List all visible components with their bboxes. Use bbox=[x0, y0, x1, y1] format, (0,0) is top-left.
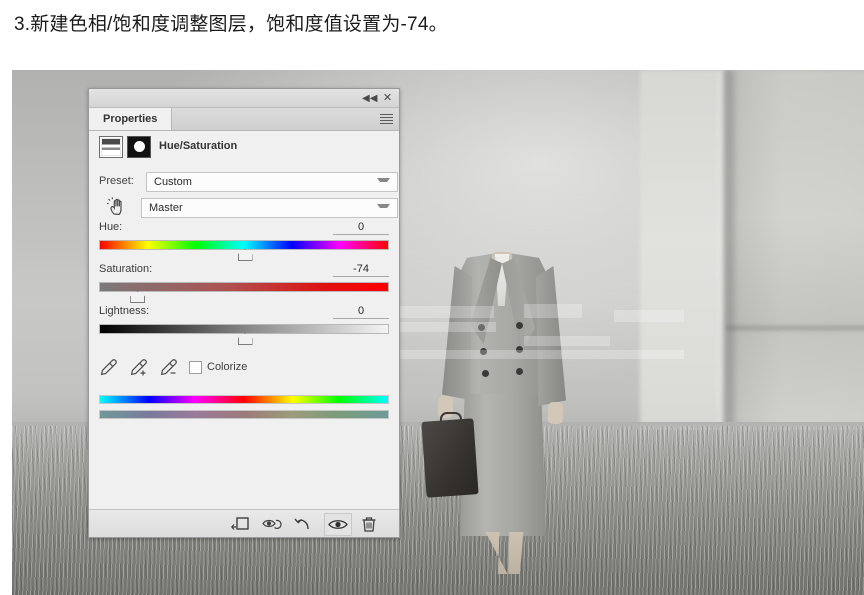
channel-row: Master bbox=[99, 197, 398, 221]
lightness-slider-group: Lightness: 0 bbox=[99, 305, 389, 347]
eyedropper-add-icon[interactable] bbox=[129, 357, 148, 377]
delete-layer-icon[interactable] bbox=[356, 513, 382, 534]
preset-value: Custom bbox=[154, 176, 192, 188]
preset-dropdown[interactable]: Custom bbox=[146, 172, 398, 192]
panel-tab-bar: Properties bbox=[89, 108, 399, 131]
adjustment-header: Hue/Saturation bbox=[89, 131, 399, 167]
on-image-adjustment-hand-icon[interactable] bbox=[106, 197, 129, 217]
subject-arm-right bbox=[536, 266, 566, 406]
reset-icon[interactable] bbox=[292, 513, 318, 534]
chevron-down-icon bbox=[377, 204, 390, 212]
close-icon[interactable]: ✕ bbox=[381, 92, 394, 105]
lightness-slider-track[interactable] bbox=[99, 324, 389, 334]
saturation-slider-thumb[interactable] bbox=[130, 291, 146, 303]
subject-button bbox=[516, 346, 523, 353]
screenshot-root: 3.新建色相/饱和度调整图层，饱和度值设置为-74。 ◀◀ ✕ Properti… bbox=[0, 0, 864, 595]
subject-arm-left bbox=[442, 266, 472, 400]
hue-slider-group: Hue: 0 bbox=[99, 221, 389, 263]
hue-saturation-adjustment-icon[interactable] bbox=[99, 136, 123, 158]
saturation-slider-track[interactable] bbox=[99, 282, 389, 292]
subject-button bbox=[516, 368, 523, 375]
photo-pillar-seam bbox=[726, 326, 864, 330]
subject-briefcase bbox=[421, 418, 479, 498]
properties-panel: ◀◀ ✕ Properties Hue/Saturation Preset: C… bbox=[88, 88, 400, 538]
clip-to-layer-icon[interactable] bbox=[228, 513, 254, 534]
color-strip-saturated bbox=[99, 395, 389, 404]
panel-footer-toolbar bbox=[89, 509, 399, 537]
subject-button bbox=[480, 348, 487, 355]
panel-title-bar: ◀◀ ✕ bbox=[89, 89, 399, 108]
instruction-caption: 3.新建色相/饱和度调整图层，饱和度值设置为-74。 bbox=[14, 14, 448, 35]
tab-properties[interactable]: Properties bbox=[89, 108, 173, 130]
subject-hand-right bbox=[548, 402, 563, 424]
colorize-checkbox[interactable] bbox=[189, 361, 202, 374]
lightness-slider-thumb[interactable] bbox=[237, 333, 253, 345]
hue-value-input[interactable]: 0 bbox=[333, 221, 389, 235]
subject-legs bbox=[485, 532, 524, 574]
channel-value: Master bbox=[149, 202, 183, 214]
collapse-to-icons-icon[interactable]: ◀◀ bbox=[362, 92, 377, 105]
saturation-label: Saturation: bbox=[99, 263, 153, 275]
lightness-value-input[interactable]: 0 bbox=[333, 305, 389, 319]
colorize-label: Colorize bbox=[207, 361, 248, 373]
channel-dropdown[interactable]: Master bbox=[141, 198, 398, 218]
layer-mask-thumbnail-icon[interactable] bbox=[127, 136, 151, 158]
saturation-value-input[interactable]: -74 bbox=[333, 263, 389, 277]
eyedropper-subtract-icon[interactable] bbox=[159, 357, 178, 377]
subject-button bbox=[482, 370, 489, 377]
color-strips bbox=[99, 395, 389, 419]
hamburger-menu-icon[interactable] bbox=[380, 114, 393, 124]
lightness-label: Lightness: bbox=[99, 305, 150, 317]
preset-row: Preset: Custom bbox=[99, 171, 398, 193]
toggle-visibility-icon[interactable] bbox=[324, 513, 352, 536]
eyedropper-row: Colorize bbox=[99, 357, 389, 379]
view-previous-state-icon[interactable] bbox=[260, 513, 286, 534]
color-strip-adjusted bbox=[99, 410, 389, 419]
eyedropper-icon[interactable] bbox=[99, 357, 118, 377]
subject-button bbox=[516, 322, 523, 329]
photo-subject-figure bbox=[416, 252, 592, 574]
preset-label: Preset: bbox=[99, 175, 134, 187]
saturation-slider-group: Saturation: -74 bbox=[99, 263, 389, 305]
hue-label: Hue: bbox=[99, 221, 123, 233]
hue-slider-thumb[interactable] bbox=[237, 249, 253, 261]
subject-button bbox=[478, 324, 485, 331]
chevron-down-icon bbox=[377, 178, 390, 186]
adjustment-title: Hue/Saturation bbox=[159, 140, 238, 152]
hue-slider-track[interactable] bbox=[99, 240, 389, 250]
